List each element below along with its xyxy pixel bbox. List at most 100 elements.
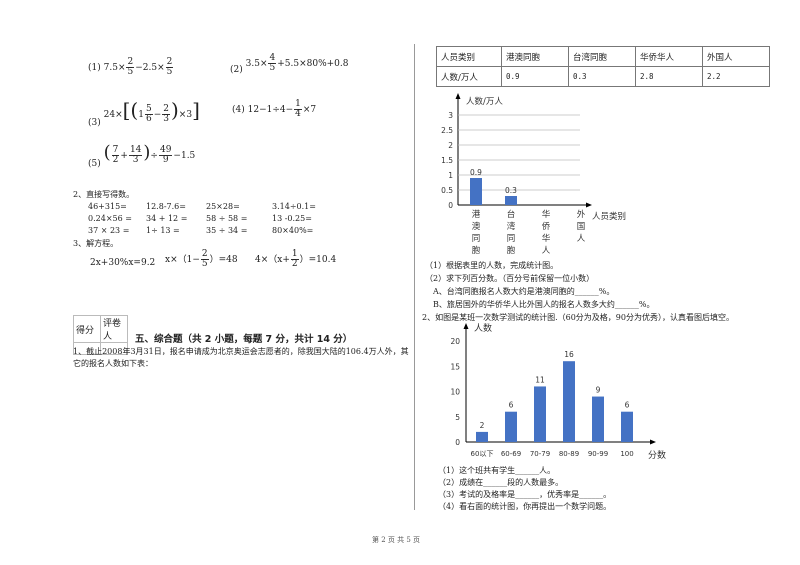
expr-part: ×3 (178, 110, 193, 120)
x-axis-label: 分数 (648, 449, 666, 461)
data-label: 2 (480, 421, 485, 430)
denominator: 3 (132, 155, 139, 165)
table-cell: 2.8 (635, 66, 703, 87)
denominator: 2 (291, 259, 298, 269)
item-label: (2) (230, 65, 243, 75)
expr-part: 7.5× (103, 63, 126, 73)
oral-cell: 35 ÷ 34 = (206, 226, 248, 235)
column-divider (414, 44, 415, 510)
denominator: 6 (145, 114, 152, 124)
oral-cell: 25×28= (206, 202, 240, 211)
fraction: 56 (144, 105, 153, 124)
table-cell: 人员类别 (436, 46, 502, 67)
q1-text-line2: 它的报名人数如下表： (73, 359, 153, 368)
q1-question-a: A、台湾同胞报名人数大约是港澳同胞的______%。 (433, 287, 615, 296)
denominator: 5 (127, 67, 134, 77)
x-tick-label: 华 (542, 209, 551, 220)
table-cell: 台湾同胞 (568, 46, 636, 67)
fraction: 25 (200, 250, 209, 269)
bar (470, 178, 482, 205)
oral-cell: 1÷ 13 = (146, 226, 180, 235)
y-tick-label: 1.5 (441, 156, 453, 165)
y-tick-label: 0.5 (441, 186, 453, 195)
q2-question-1: （1）这个班共有学生______人。 (438, 466, 556, 475)
x-tick-label: 60-69 (501, 450, 521, 458)
fraction: 25 (126, 58, 135, 77)
calc-item-4: (4) 12−1÷4− 1 4 ×7 (232, 100, 316, 119)
x-tick-label: 60以下 (471, 450, 494, 458)
equation-2: x×（1− 2 5 ）=48 (165, 250, 238, 269)
bar (505, 411, 517, 442)
x-tick-label: 同 (472, 234, 481, 244)
fraction: 72 (111, 146, 120, 165)
x-tick-label: 80-89 (559, 450, 579, 458)
y-tick-label: 1 (448, 171, 453, 180)
equations-heading: 3、解方程。 (73, 239, 119, 248)
volunteer-bar-chart: 人数/万人人员类别00.511.522.530.9港澳同胞0.3台湾同胞华侨华人… (441, 93, 626, 256)
denominator: 5 (269, 63, 276, 73)
x-axis-label: 人员类别 (592, 211, 626, 222)
y-axis-label: 人数/万人 (466, 96, 503, 107)
bar (505, 196, 517, 205)
bar (592, 396, 604, 442)
x-tick-label: 人 (542, 246, 551, 256)
q1-question-b: B、旅居国外的华侨华人比外国人的报名人数多大约______%。 (433, 300, 655, 309)
x-tick-label: 澳 (472, 221, 481, 232)
y-tick-label: 2 (448, 141, 453, 150)
x-tick-label: 胞 (472, 245, 481, 256)
x-axis-arrow-icon (586, 202, 592, 208)
expr-part: 24× (103, 110, 123, 120)
expr-part: 1 (138, 110, 144, 120)
expr-part: −2.5× (135, 63, 165, 73)
volunteer-table: 人员类别 港澳同胞 台湾同胞 华侨华人 外国人 人数/万人 0.9 0.3 2.… (436, 46, 770, 87)
table-cell: 0.3 (568, 66, 636, 87)
table-cell: 2.2 (702, 66, 770, 87)
table-header-row: 人员类别 港澳同胞 台湾同胞 华侨华人 外国人 (436, 46, 770, 67)
x-tick-label: 外 (577, 209, 586, 220)
x-tick-label: 70-79 (530, 450, 550, 458)
fraction: 12 (290, 250, 299, 269)
table-cell: 外国人 (702, 46, 770, 67)
q1-question-2: （2）求下列百分数。（百分号前保留一位小数） (425, 274, 595, 283)
x-tick-label: 90-99 (588, 450, 608, 458)
denominator: 5 (201, 259, 208, 269)
y-tick-label: 20 (450, 337, 460, 346)
data-label: 0.9 (470, 168, 482, 177)
data-label: 6 (509, 401, 514, 410)
denominator: 5 (166, 67, 173, 77)
calc-item-5: (5) (7 2 +14 3)÷ 49 9 −1.5 (88, 142, 196, 169)
q1-question-1: （1）根据表里的人数，完成统计图。 (425, 261, 559, 270)
item-label: (1) (88, 63, 101, 73)
x-tick-label: 侨 (542, 221, 551, 232)
x-tick-label: 华 (542, 233, 551, 244)
bar (563, 361, 575, 442)
expr-part: + (120, 151, 128, 161)
calc-item-1: (1) 7.5× 2 5 −2.5× 2 5 (88, 58, 174, 77)
q2-question-2: （2）成绩在______段的人数最多。 (438, 478, 564, 487)
item-label: (4) (232, 105, 245, 115)
item-label: (5) (88, 159, 101, 169)
bar (534, 386, 546, 442)
expr-part: ）=48 (209, 255, 238, 265)
x-tick-label: 台 (507, 209, 516, 220)
equation-1: 2x+30%x=9.2 (90, 258, 156, 268)
fraction: 49 9 (158, 146, 173, 165)
oral-cell: 46+315= (88, 202, 127, 211)
data-label: 11 (535, 375, 545, 384)
table-cell: 人数/万人 (436, 66, 502, 87)
oral-cell: 37 × 23 = (88, 226, 130, 235)
table-row: 人数/万人 0.9 0.3 2.8 2.2 (436, 66, 770, 87)
oral-heading: 2、直接写得数。 (73, 190, 135, 199)
fraction: 45 (268, 54, 277, 73)
oral-cell: 3.14÷0.1= (272, 202, 316, 211)
data-label: 16 (564, 350, 574, 359)
oral-cell: 0.24×56 = (88, 214, 132, 223)
q2-question-3: （3）考试的及格率是______，优秀率是______。 (438, 490, 612, 499)
expr-part: ）=10.4 (299, 255, 337, 265)
y-tick-label: 15 (450, 362, 460, 371)
denominator: 3 (163, 114, 169, 124)
y-axis-label: 人数 (474, 322, 492, 334)
expr-part: ×7 (302, 105, 317, 115)
x-tick-label: 胞 (507, 245, 516, 256)
y-axis-arrow-icon (455, 93, 461, 99)
